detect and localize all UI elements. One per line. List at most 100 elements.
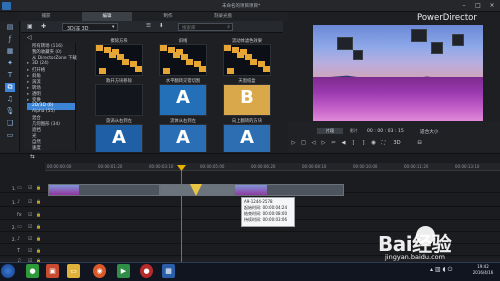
maximize-icon[interactable]: □ (474, 1, 482, 10)
app-red-icon[interactable]: ▣ (46, 264, 59, 278)
record-icon[interactable]: ● (140, 264, 153, 278)
category-label: 3D (24) (32, 61, 49, 66)
search-box[interactable]: ⌕ (178, 23, 233, 31)
track-enable-checkbox[interactable]: ☑ (28, 212, 32, 218)
chapter-room-icon[interactable]: ❑ (5, 119, 15, 128)
mark-out-icon[interactable]: ] (360, 140, 367, 147)
pip-room-icon[interactable]: ▦ (5, 47, 15, 56)
ruler-tick-label: 00:00:10:00 (353, 164, 378, 169)
transition-thumbnail[interactable] (159, 44, 207, 76)
folder-icon[interactable]: ▭ (67, 264, 80, 278)
preview-controls (288, 122, 500, 152)
tile (232, 47, 239, 53)
3d-toggle[interactable]: 3D (392, 140, 402, 147)
particle-room-icon[interactable]: ✦ (5, 59, 15, 68)
lock-icon[interactable]: 🔒 (36, 224, 41, 229)
tile (130, 61, 137, 67)
transition-thumbnail[interactable]: A (223, 124, 271, 152)
tab-clip[interactable]: 片段 (317, 128, 343, 134)
powerdirector-taskbar-icon[interactable]: ▦ (162, 264, 175, 278)
tile (176, 49, 183, 55)
prev-frame-icon[interactable]: ◁ (310, 140, 317, 147)
track-enable-checkbox[interactable]: ☑ (28, 199, 32, 205)
audio-mixing-icon[interactable]: ♫ (5, 95, 15, 104)
transition-block (353, 50, 363, 60)
media-player-icon[interactable]: ▶ (117, 264, 130, 278)
transitions-grid: 擦除方块 斜线 流动体滤色效果 散开方块移除 水平翻转交错切割 A 天窗纸盒 B 旋涡从右到左 A… (88, 38, 282, 152)
track-enable-checkbox[interactable]: ☑ (28, 185, 32, 191)
title-room-icon[interactable]: T (5, 71, 15, 80)
lock-icon[interactable]: 🔒 (36, 236, 41, 241)
track-enable-checkbox[interactable]: ☑ (28, 236, 32, 242)
subtitle-room-icon[interactable]: ▭ (5, 131, 15, 140)
tab-movie[interactable]: 影片 (346, 128, 362, 134)
snapshot-icon[interactable]: ◉ (370, 140, 377, 147)
powerdirector-window: { "app": {"title":"未命名的项目项目*","brand":"P… (0, 0, 500, 281)
collapse-panel-icon[interactable]: ◁ (27, 34, 32, 41)
plugin-icon[interactable]: ✚ (41, 23, 46, 30)
stop-icon[interactable]: □ (300, 140, 307, 147)
transition-thumbnail[interactable] (95, 84, 143, 116)
track-enable-checkbox[interactable]: ☑ (28, 224, 32, 230)
playhead[interactable] (181, 171, 182, 264)
start-button[interactable] (1, 264, 15, 278)
search-input[interactable] (182, 24, 227, 30)
transition-thumbnail[interactable]: A (159, 84, 207, 116)
split-icon[interactable]: ✂ (330, 140, 337, 147)
tab-burn[interactable]: 刻录光盘 (198, 12, 248, 21)
lock-icon[interactable]: 🔒 (36, 185, 41, 190)
import-icon[interactable]: ▣ (27, 23, 33, 30)
ruler-tick-label: 00:00:03:10 (149, 164, 174, 169)
timeline-expand-icon[interactable]: ⇆ (30, 154, 35, 160)
media-room-icon[interactable]: ▤ (5, 23, 15, 32)
fullscreen-icon[interactable]: ⛶ (380, 140, 387, 147)
close-icon[interactable]: × (488, 1, 496, 10)
video-clip-1[interactable] (48, 184, 160, 196)
tile (194, 61, 201, 67)
tile (112, 49, 119, 55)
transition-thumbnail[interactable]: A (159, 124, 207, 152)
thumbnail-letter: A (112, 127, 126, 148)
zoom-select[interactable]: 适合大小 (420, 129, 438, 135)
app-360-icon[interactable]: ● (26, 264, 39, 278)
tab-edit[interactable]: 编辑 (82, 12, 132, 21)
ruler-tick-label: 00:00:00:00 (47, 164, 72, 169)
timecode-display: 00 : 00 : 03 : 15 (367, 129, 404, 134)
track-type-icon: ♪ (17, 236, 21, 242)
minimize-icon[interactable]: – (460, 1, 468, 10)
transition-thumbnail[interactable] (223, 44, 271, 76)
track-enable-checkbox[interactable]: ☑ (28, 248, 32, 254)
lock-icon[interactable]: 🔒 (36, 212, 41, 217)
transition-thumbnail[interactable]: A (95, 124, 143, 152)
track-type-icon: fx (17, 212, 22, 218)
effect-room-icon[interactable]: ƒ (5, 35, 15, 44)
external-preview-icon[interactable]: ⊟ (416, 140, 423, 147)
lock-icon[interactable]: 🔒 (36, 248, 41, 253)
transition-thumbnail[interactable] (95, 44, 143, 76)
tray-icons[interactable]: ▴ ▥ ◖ ⏻ (430, 266, 452, 274)
video-clip-2[interactable] (234, 184, 344, 196)
tab-produce[interactable]: 制作 (148, 12, 188, 21)
lock-icon[interactable]: 🔒 (36, 199, 41, 204)
firefox-icon[interactable]: ◉ (93, 264, 106, 278)
transition-room-icon[interactable]: ⧉ (5, 83, 15, 92)
category-label: 2D/3D (6) (32, 103, 54, 108)
ruler-tick-label: 00:00:11:20 (404, 164, 429, 169)
track-type-icon: ▭ (17, 185, 22, 191)
voiceover-icon[interactable]: 🎙 (5, 107, 15, 116)
category-label: 速度 (32, 146, 41, 151)
next-frame-icon[interactable]: ▷ (320, 140, 327, 147)
tab-capture[interactable]: 捕获 (24, 12, 68, 21)
tile (240, 49, 247, 55)
play-icon[interactable]: ▷ (290, 140, 297, 147)
app-logo-icon (2, 2, 11, 10)
category-item[interactable]: 速度 (27, 145, 75, 152)
mark-in-icon[interactable]: [ (350, 140, 357, 147)
view-icon[interactable]: ☰ (146, 23, 151, 29)
volume-icon[interactable]: ◀ (340, 140, 347, 147)
tile (104, 47, 111, 53)
filter-dropdown[interactable]: 3D/非 3D ▾ (62, 23, 118, 32)
download-icon[interactable]: ⬇ (159, 23, 164, 29)
transition-thumbnail[interactable]: B (223, 84, 271, 116)
thumbnail-letter: B (240, 87, 254, 108)
